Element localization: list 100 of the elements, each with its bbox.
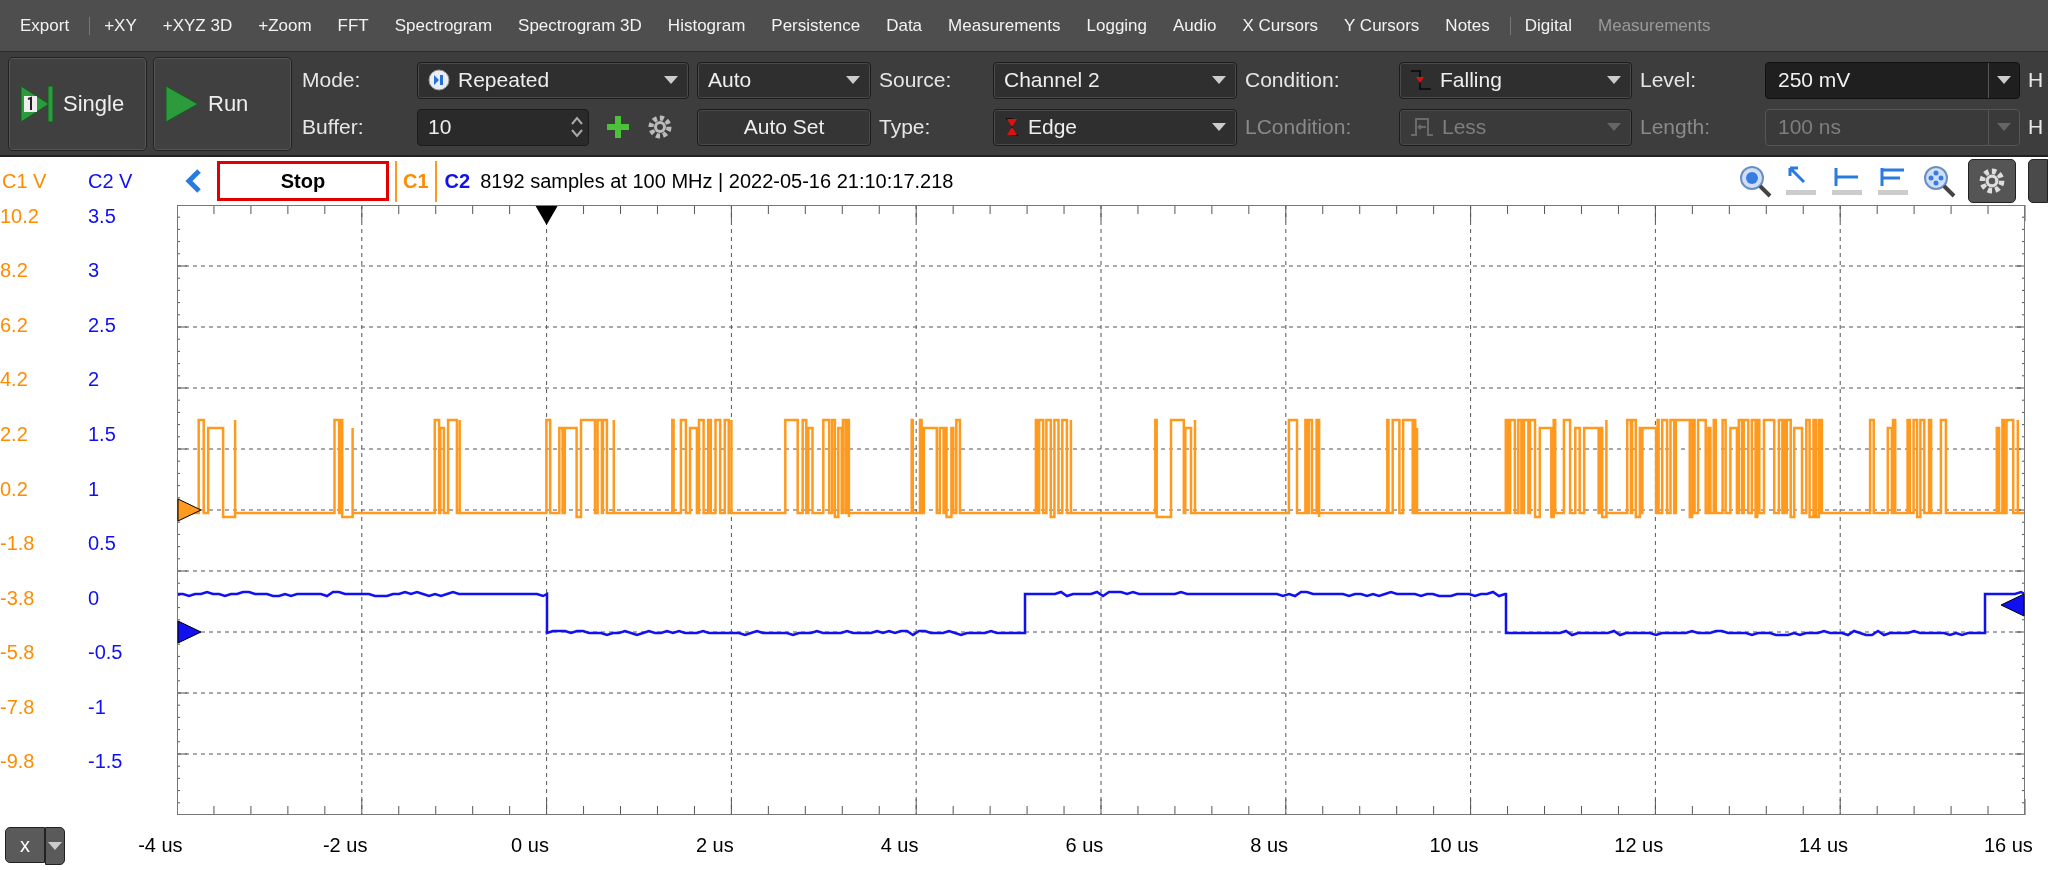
dropdown[interactable]: Edge [993,108,1237,146]
input-field[interactable]: 250 mV [1765,61,2020,99]
menu-item[interactable]: Logging [1086,11,1162,40]
edge-icon [1004,115,1020,139]
zoom-icon[interactable] [1738,164,1772,198]
field-label: H [2028,67,2045,93]
axis-tick-label: 10.2 [0,204,39,228]
axis-tick-label: 0.5 [88,532,116,556]
caret-icon [1997,76,2011,84]
channel-1-offset-marker[interactable] [177,498,202,522]
menu-item[interactable]: Digital [1524,11,1587,40]
axis-tick-label: 10 us [1428,833,1480,857]
settings-button[interactable] [1968,159,2016,203]
axis-title: C2 V [88,169,134,193]
axis-tick-label: 14 us [1798,833,1850,857]
caret-icon [664,76,678,84]
field-label: LCondition: [1245,114,1353,140]
field-label: Length: [1640,114,1712,140]
axis-tick-label: 2.2 [0,422,28,446]
axis-tick-label: 8.2 [0,259,28,283]
axis-tick-label: -2 us [321,833,369,857]
axis-tick-label: 2 us [694,833,735,857]
field-label: Buffer: [302,114,365,140]
dropdown[interactable]: Repeated [417,61,689,99]
trigger-position-marker[interactable] [535,206,558,225]
auto-set-button[interactable]: Auto Set [697,108,871,146]
axis-tick-label: -5.8 [0,641,35,665]
axis-tick-label: -1.8 [0,532,35,556]
axis-tick-label: 1.5 [88,422,116,446]
menu-item[interactable]: +Zoom [258,11,326,40]
axis-tick-label: -1.5 [88,750,123,774]
caret-icon [1212,123,1226,131]
menu-item[interactable]: Measurements [948,11,1075,40]
field-label: Source: [879,67,953,93]
menu-item[interactable]: Spectrogram [394,11,507,40]
axis-tick-label: 0 us [510,833,550,857]
settings-icon[interactable] [647,114,673,140]
dropdown[interactable]: Auto [697,61,871,99]
axis-title: C1 V [1,169,48,193]
channel-tag[interactable]: C2 [444,169,471,193]
run-button[interactable]: Run [153,56,292,151]
axis-tick-label: 6.2 [0,313,28,337]
channel-2-offset-marker[interactable] [177,620,202,644]
field-label: Mode: [302,67,362,93]
buffer-spinbox[interactable]: 10 [417,108,589,146]
axis-tick-label: 2 [88,368,100,392]
menu-item[interactable]: Spectrogram 3D [518,11,656,40]
axis-tick-label: 0 [88,586,100,610]
acquisition-info: 8192 samples at 100 MHz | 2022-05-16 21:10:17.218 [480,169,954,193]
menu-item[interactable]: Export [20,11,84,40]
menu-item[interactable]: X Cursors [1242,11,1333,40]
axis-tick-label: -0.5 [88,641,123,665]
field-label: Level: [1640,67,1698,93]
cursor-arrow-icon[interactable] [1784,164,1818,198]
menu-item[interactable]: Histogram [667,11,760,40]
axis-tick-label: -7.8 [0,695,35,719]
menu-item[interactable]: +XYZ 3D [162,11,247,40]
menu-item[interactable]: Persistence [771,11,875,40]
menu-item[interactable]: Y Cursors [1344,11,1434,40]
menu-item[interactable]: Notes [1445,11,1504,40]
dropdown[interactable]: Falling [1399,61,1632,99]
menu-item[interactable]: Audio [1173,11,1231,40]
axis-tick-label: 8 us [1249,833,1290,857]
axis-tick-label: 3.5 [88,204,116,228]
caret-icon [1607,76,1621,84]
axis-tick-label: 16 us [1982,833,2034,857]
field-label: H [2028,114,2045,140]
single-button[interactable]: Single [8,56,147,151]
dropdown-button[interactable] [45,827,65,865]
menu-item[interactable]: FFT [337,11,383,40]
stop-button[interactable]: Stop [217,161,389,201]
chevron-left-icon[interactable] [185,169,203,193]
caret-icon [1607,123,1621,131]
field-label: Condition: [1245,67,1341,93]
axis-tick-label: 4 us [879,833,920,857]
repeat-icon [428,69,450,91]
menu-item[interactable]: Data [886,11,937,40]
dropdown[interactable]: Channel 2 [993,61,1237,99]
axis-select-button[interactable]: x [5,827,45,863]
axis-tick-label: -1 [88,695,106,719]
axis-tick-label: -4 us [137,833,184,857]
trigger-level-marker[interactable] [2000,593,2025,617]
axis-tick-label: 4.2 [0,368,28,392]
add-icon[interactable] [605,114,631,140]
caret-icon [1212,76,1226,84]
zoom-fit-icon[interactable] [1922,164,1956,198]
falling-edge-icon [1410,68,1432,92]
menu-item[interactable]: +XY [104,11,151,40]
pulse-icon [1410,115,1434,139]
caret-icon [48,842,62,850]
axis-tick-label: 3 [88,259,100,283]
axis-tick-label: 0.2 [0,477,28,501]
axis-tick-label: 2.5 [88,313,116,337]
caret-icon [1997,123,2011,131]
settings-icon [1978,167,2006,195]
axis-tick-label: -9.8 [0,750,35,774]
axis-tick-label: 6 us [1064,833,1105,857]
axis-tick-label: -3.8 [0,586,35,610]
axis-tick-label: 12 us [1613,833,1665,857]
axis-tick-label: 1 [88,477,100,501]
